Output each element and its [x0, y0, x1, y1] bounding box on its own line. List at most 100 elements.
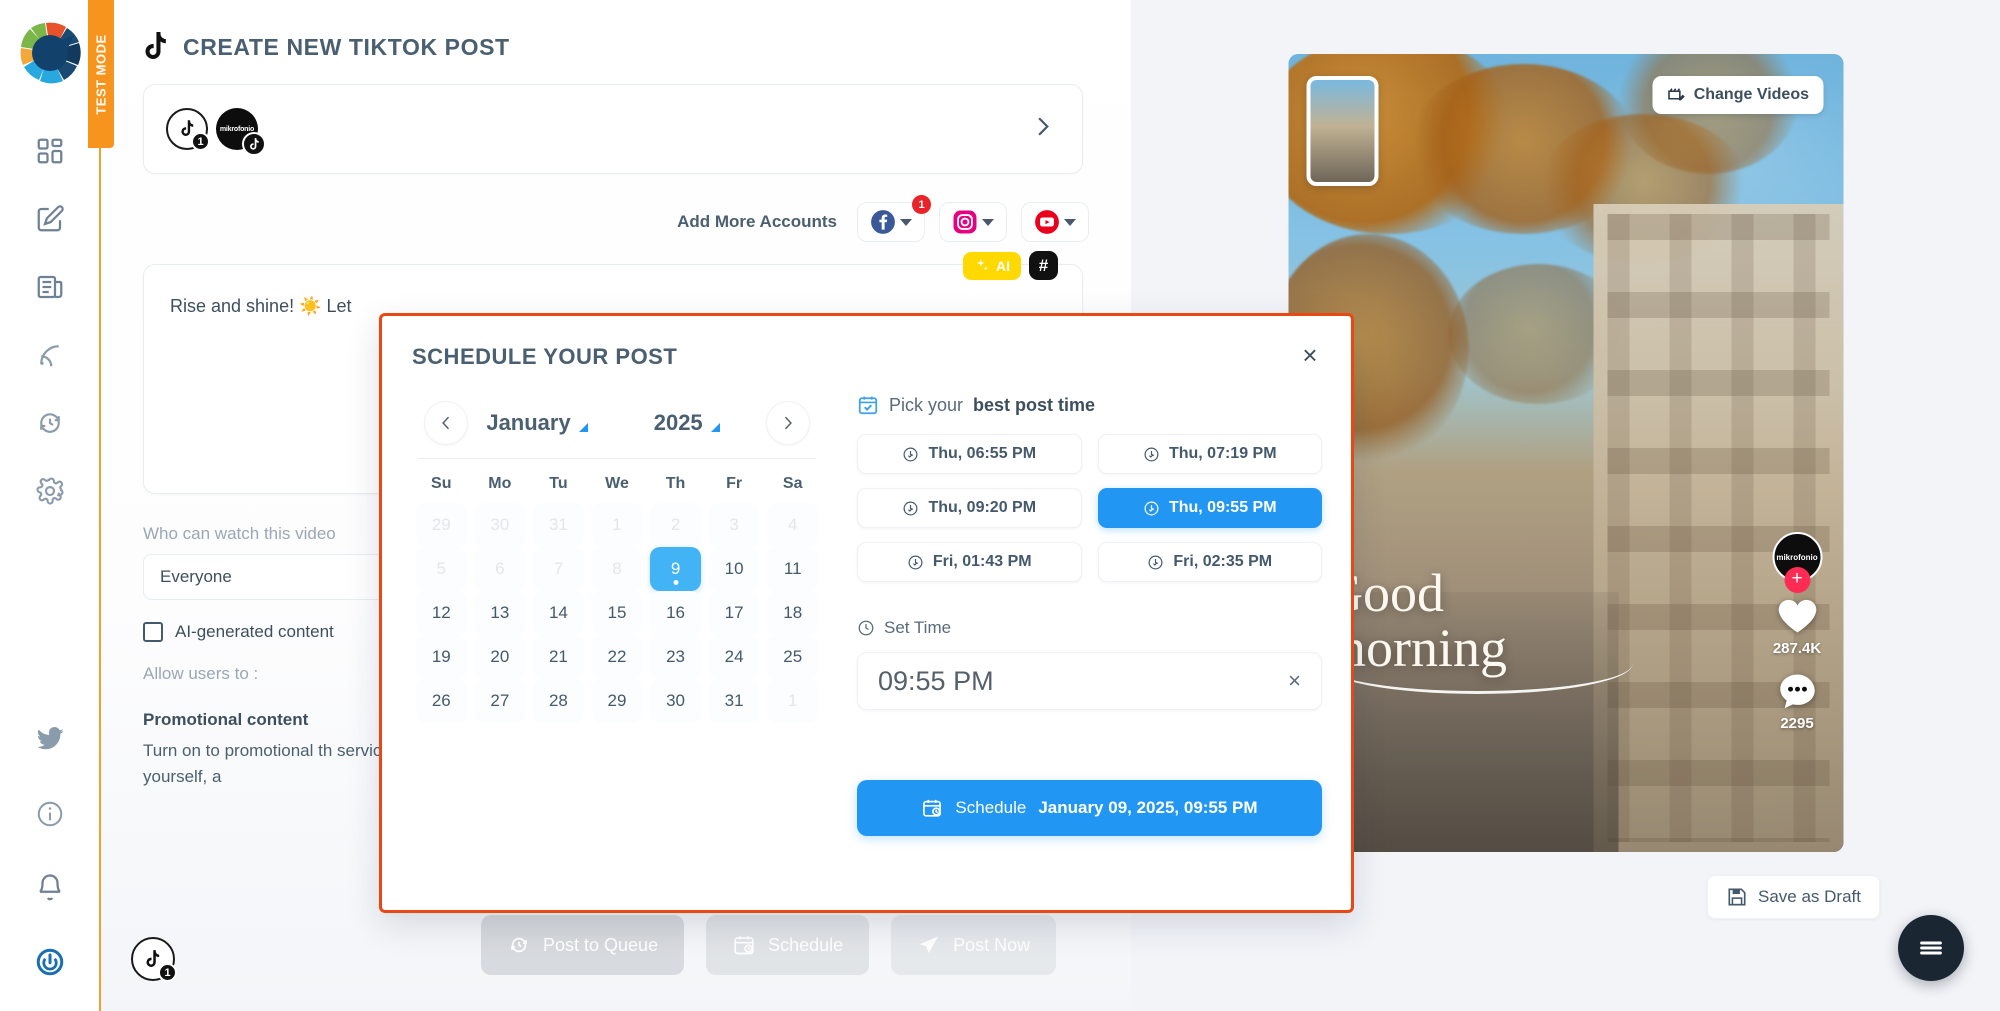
dow-sa: Sa — [782, 475, 803, 492]
follow-plus-icon[interactable]: + — [1784, 567, 1810, 593]
add-youtube-button[interactable] — [1021, 202, 1089, 242]
sidebar-item-content[interactable] — [33, 270, 67, 304]
calendar-prev-month-button[interactable] — [424, 401, 469, 445]
clock-check-icon — [908, 555, 923, 569]
power-icon[interactable] — [33, 945, 67, 979]
schedule-button-label: Schedule — [955, 798, 1027, 817]
add-instagram-button[interactable] — [939, 202, 1007, 242]
calendar-day[interactable]: 10 — [708, 547, 760, 591]
time-slot-label: Thu, 09:20 PM — [928, 499, 1037, 516]
chevron-right-icon[interactable] — [1030, 114, 1056, 145]
sidebar-item-compose[interactable] — [33, 202, 67, 236]
schedule-modal-title: SCHEDULE YOUR POST — [412, 344, 678, 369]
schedule-button-bottom[interactable]: Schedule — [706, 915, 870, 975]
calendar-day: 1 — [591, 503, 643, 547]
calendar-day[interactable]: 21 — [533, 635, 584, 679]
page-title-text: CREATE NEW TIKTOK POST — [183, 33, 510, 60]
calendar-day[interactable]: 24 — [708, 635, 760, 679]
time-slot[interactable]: Thu, 06:55 PM — [857, 434, 1082, 474]
calendar-day[interactable]: 18 — [767, 591, 818, 635]
save-as-draft-label: Save as Draft — [1758, 887, 1861, 906]
calendar-next-month-button[interactable] — [765, 401, 810, 445]
info-circle-icon[interactable] — [33, 797, 67, 831]
time-slot[interactable]: Fri, 01:43 PM — [857, 542, 1082, 582]
save-as-draft-button[interactable]: Save as Draft — [1707, 875, 1880, 919]
chevron-down-icon[interactable] — [900, 218, 912, 226]
calendar-day[interactable]: 29 — [591, 679, 643, 723]
calendar-month-select[interactable]: January — [486, 410, 588, 436]
calendar-day[interactable]: 20 — [474, 635, 526, 679]
bell-icon[interactable] — [33, 871, 67, 905]
calendar-day-selected[interactable]: 9 — [650, 547, 701, 591]
twitter-bird-icon[interactable] — [33, 723, 67, 757]
calendar-day[interactable]: 14 — [533, 591, 584, 635]
schedule-bottom-label: Schedule — [768, 934, 844, 955]
sidebar-item-feeds[interactable] — [33, 338, 67, 372]
calendar-day: 30 — [474, 503, 526, 547]
best-post-time-emphasis: best post time — [973, 394, 1096, 415]
avatar-stack: 1 mikrofonio — [166, 108, 266, 156]
calendar-day[interactable]: 16 — [650, 591, 701, 635]
sidebar-item-dashboard[interactable] — [33, 134, 67, 168]
preview-building — [1593, 204, 1843, 852]
ai-generated-content-label: AI-generated content — [175, 622, 334, 641]
change-videos-button[interactable]: Change Videos — [1652, 76, 1823, 114]
calendar-day[interactable]: 25 — [767, 635, 818, 679]
close-icon[interactable]: × — [1295, 340, 1325, 370]
hashtag-button[interactable]: # — [1029, 251, 1058, 280]
time-slot[interactable]: Thu, 07:19 PM — [1097, 434, 1322, 474]
set-time-value: 09:55 PM — [878, 665, 994, 696]
floating-menu-button[interactable] — [1898, 915, 1964, 981]
calendar-day[interactable]: 15 — [591, 591, 643, 635]
clock-check-icon — [1144, 447, 1159, 461]
add-facebook-button[interactable]: 1 — [857, 195, 931, 242]
calendar-day[interactable]: 30 — [650, 679, 701, 723]
sidebar-item-queue[interactable] — [33, 406, 67, 440]
clear-time-icon[interactable]: × — [1288, 668, 1301, 694]
bottom-account-avatar[interactable]: 1 — [131, 937, 177, 982]
set-time-input[interactable]: 09:55 PM × — [857, 652, 1322, 710]
calendar-day[interactable]: 27 — [474, 679, 526, 723]
calendar-day[interactable]: 12 — [416, 591, 467, 635]
schedule-right-column: Pick your best post time Thu, 06:55 PM Th… — [857, 394, 1322, 836]
time-slot-selected[interactable]: Thu, 09:55 PM — [1097, 488, 1322, 528]
time-slot-label: Fri, 02:35 PM — [1173, 553, 1273, 570]
dow-we: We — [605, 475, 629, 492]
calendar-day: 4 — [767, 503, 818, 547]
ai-generated-content-checkbox[interactable] — [143, 622, 163, 642]
rail-avatar[interactable]: mikrofonio + — [1772, 532, 1822, 593]
video-thumbnail-selected[interactable] — [1306, 76, 1378, 186]
calendar-day[interactable]: 13 — [474, 591, 526, 635]
calendar-day[interactable]: 31 — [708, 679, 760, 723]
post-to-queue-button[interactable]: Post to Queue — [481, 915, 685, 975]
app-logo[interactable] — [15, 18, 85, 88]
time-slot[interactable]: Thu, 09:20 PM — [857, 488, 1082, 528]
calendar-week-row: 19 20 21 22 23 24 25 — [412, 635, 822, 679]
pick-your-text: Pick your — [889, 394, 964, 415]
time-slot[interactable]: Fri, 02:35 PM — [1097, 542, 1322, 582]
calendar-day: 3 — [708, 503, 760, 547]
calendar-day[interactable]: 19 — [416, 635, 467, 679]
calendar-day[interactable]: 26 — [416, 679, 467, 723]
dow-su: Su — [431, 475, 452, 492]
avatar-tiktok-placeholder[interactable]: 1 — [166, 108, 210, 151]
selected-accounts-card[interactable]: 1 mikrofonio — [143, 84, 1083, 174]
calendar-week-row: 12 13 14 15 16 17 18 — [412, 591, 822, 635]
post-now-button[interactable]: Post Now — [891, 915, 1057, 975]
allow-users-label: Allow users to : — [143, 664, 259, 683]
calendar-day[interactable]: 22 — [591, 635, 643, 679]
comment-action[interactable]: 2295 — [1775, 669, 1819, 732]
calendar-year-select[interactable]: 2025 — [654, 410, 720, 436]
calendar-day[interactable]: 23 — [650, 635, 701, 679]
chevron-down-icon[interactable] — [1064, 218, 1076, 226]
confirm-schedule-button[interactable]: Schedule January 09, 2025, 09:55 PM — [857, 780, 1322, 836]
calendar-day[interactable]: 11 — [767, 547, 818, 591]
calendar-day: 1 — [767, 679, 818, 723]
sidebar-item-settings[interactable] — [33, 474, 67, 508]
calendar-day[interactable]: 28 — [533, 679, 584, 723]
ai-assist-button[interactable]: AI — [963, 251, 1021, 280]
avatar-brand-account[interactable]: mikrofonio — [216, 108, 266, 156]
like-action[interactable]: 287.4K — [1773, 594, 1821, 657]
calendar-day[interactable]: 17 — [708, 591, 760, 635]
chevron-down-icon[interactable] — [982, 218, 994, 226]
